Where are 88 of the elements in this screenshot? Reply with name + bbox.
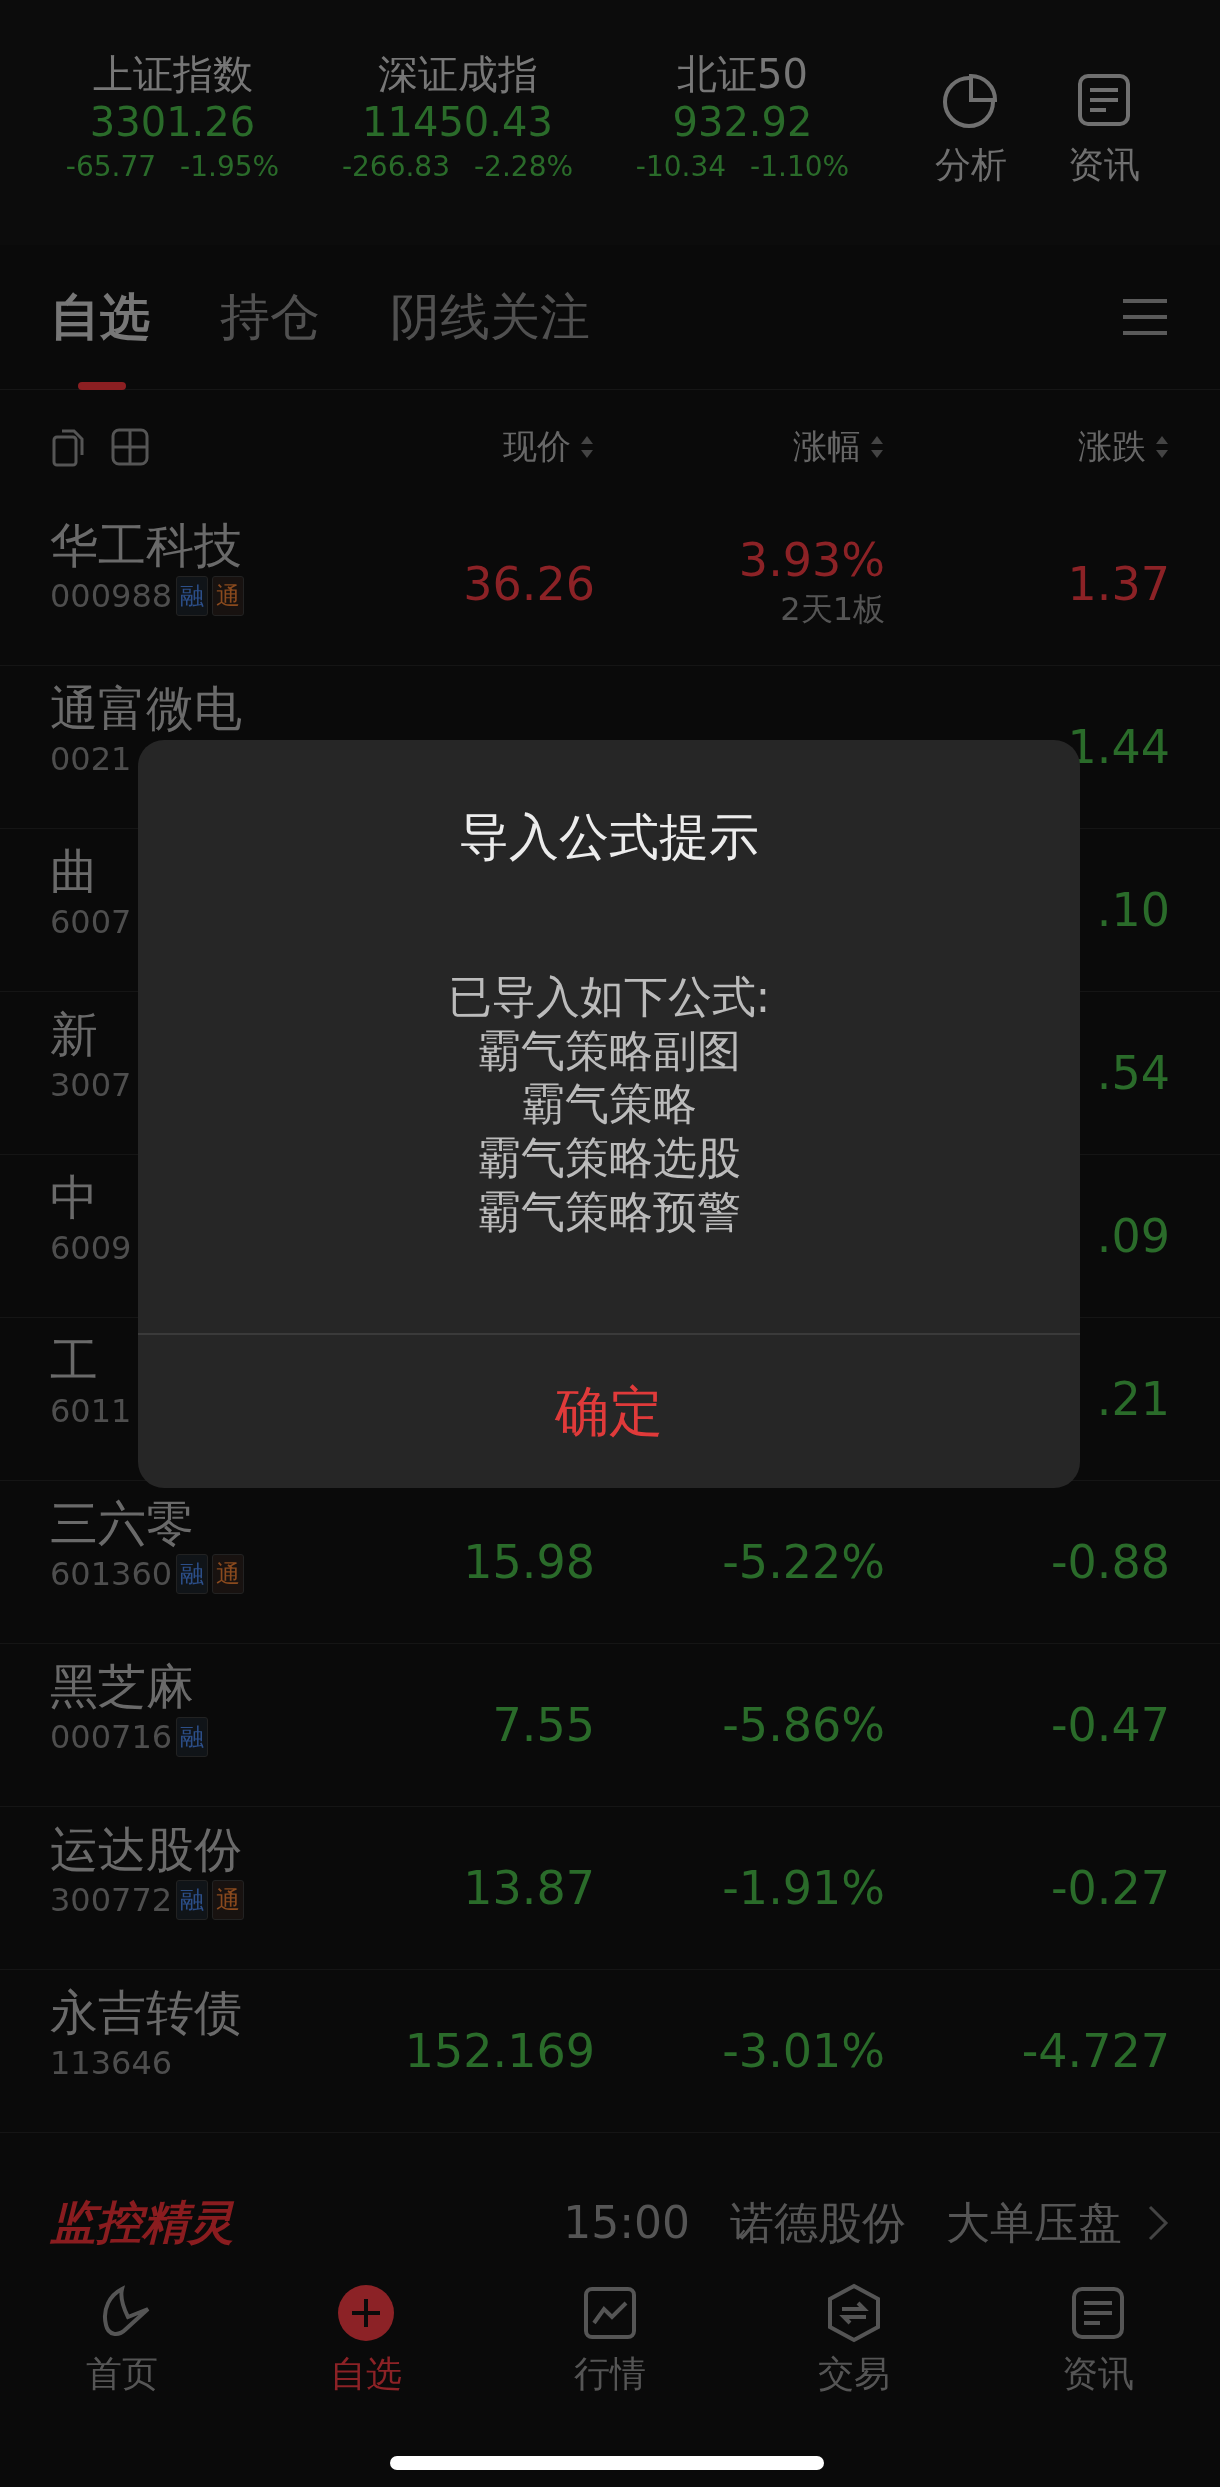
dialog-message-line: 霸气策略选股 [476,1131,742,1185]
percent-cell-text: -1.91% [721,1862,885,1914]
price-cell-text: 152.169 [403,2025,595,2077]
stock-name: 新 [50,1008,99,1061]
price-cell-text: 36.26 [462,558,595,610]
change-cell-text: 1.44 [1066,721,1170,773]
nav-tab[interactable]: 自选 [244,2282,488,2402]
column-header[interactable]: 涨跌 [1078,421,1146,472]
dialog-title: 导入公式提示 [458,807,760,868]
index-percent: -1.95% [180,149,280,185]
alert-signal[interactable]: 大单压盘 [946,2189,1122,2256]
alert-time[interactable]: 15:00 [563,2189,690,2256]
stock-tag: 通 [212,1553,245,1594]
nav-tab[interactable]: 交易 [732,2282,976,2402]
stock-name: 三六零 [50,1497,195,1550]
nav-tab[interactable]: 资讯 [976,2282,1220,2402]
change-cell-text: .09 [1095,1210,1170,1262]
confirm-button[interactable]: 确定 [138,1333,1080,1488]
index-change: -65.77 [65,149,157,185]
alert-stock[interactable]: 诺德股份 [730,2189,906,2256]
index-change: -266.83 [341,149,450,185]
nav-tab[interactable]: 行情 [488,2282,732,2402]
stock-code: 113646 [50,2042,173,2084]
stock-tag: 通 [212,1879,245,1920]
stock-tag: 通 [212,575,245,616]
stock-code: 6009 [50,1227,132,1269]
index-percent: -2.28% [474,149,574,185]
stock-name: 通富微电 [50,682,243,735]
tab[interactable]: 自选 [50,244,150,390]
percent-cell-text: -5.86% [721,1699,885,1751]
column-header[interactable]: 现价 [503,421,571,472]
menu-icon[interactable] [1120,297,1170,337]
change-cell-text: -0.88 [1049,1536,1170,1588]
dialog-message-line: 霸气策略预警 [476,1184,742,1239]
tab[interactable]: 持仓 [220,244,320,390]
index-percent: -1.10% [750,149,850,185]
stock-name: 工 [50,1334,99,1387]
index-value: 3301.26 [88,98,257,146]
stock-code: 0021 [50,738,132,780]
stock-name: 中 [50,1171,99,1224]
dialog-message-line: 霸气策略副图 [476,1023,742,1078]
percent-cell-text: 3.93% [737,534,885,586]
dialog-message-line: 已导入如下公式: [446,970,772,1024]
index-change: -10.34 [635,149,727,185]
stock-name: 曲 [50,845,99,898]
stock-code: 601360 [50,1553,173,1595]
stock-code: 6011 [50,1390,132,1432]
stock-name: 运达股份 [50,1823,243,1876]
stock-name: 华工科技 [50,519,243,572]
stock-code: 3007 [50,1064,132,1106]
change-cell-text: -0.27 [1049,1862,1170,1914]
price-cell-text: 13.87 [462,1862,595,1914]
header-action-label[interactable]: 分析 [934,138,1007,192]
index-value: 11450.43 [361,98,554,146]
price-cell-text: 15.98 [462,1536,595,1588]
percent-cell-text: -3.01% [721,2025,885,2077]
stock-code: 6007 [50,901,132,943]
header-action-label[interactable]: 资讯 [1067,138,1140,192]
change-cell-text: .21 [1095,1373,1170,1425]
stock-tag: 融 [176,1879,209,1920]
dialog-message-line: 霸气策略 [520,1077,698,1131]
nav-tab[interactable]: 首页 [0,2282,244,2402]
monitor-logo[interactable]: 监控精灵 [50,2188,234,2257]
change-cell-text: 1.37 [1066,558,1170,610]
index-name: 北证50 [676,50,809,98]
stock-tag: 融 [176,575,209,616]
stock-code: 300772 [50,1879,173,1921]
change-cell-text: .54 [1095,1047,1170,1099]
column-header[interactable]: 涨幅 [793,421,861,472]
stock-name: 黑芝麻 [50,1660,195,1713]
stock-tag: 融 [176,1716,209,1757]
change-cell-text: -4.727 [1020,2025,1170,2077]
tab-underline [78,381,126,390]
percent-cell-text: -5.22% [721,1536,885,1588]
change-cell-text: .10 [1095,884,1170,936]
plus-circle-icon[interactable] [336,2283,396,2343]
tab[interactable]: 阴线关注 [390,244,590,390]
price-cell-text: 7.55 [491,1699,595,1751]
stock-tag: 融 [176,1553,209,1594]
stock-code: 000716 [50,1716,173,1758]
change-cell-text: -0.47 [1049,1699,1170,1751]
index-name: 深证成指 [376,50,539,98]
stock-name: 永吉转债 [50,1986,243,2039]
index-name: 上证指数 [91,50,254,98]
grid-icon[interactable] [110,426,150,467]
limit-note: 2天1板 [779,589,885,631]
stock-code: 000988 [50,575,173,617]
index-value: 932.92 [671,98,814,146]
